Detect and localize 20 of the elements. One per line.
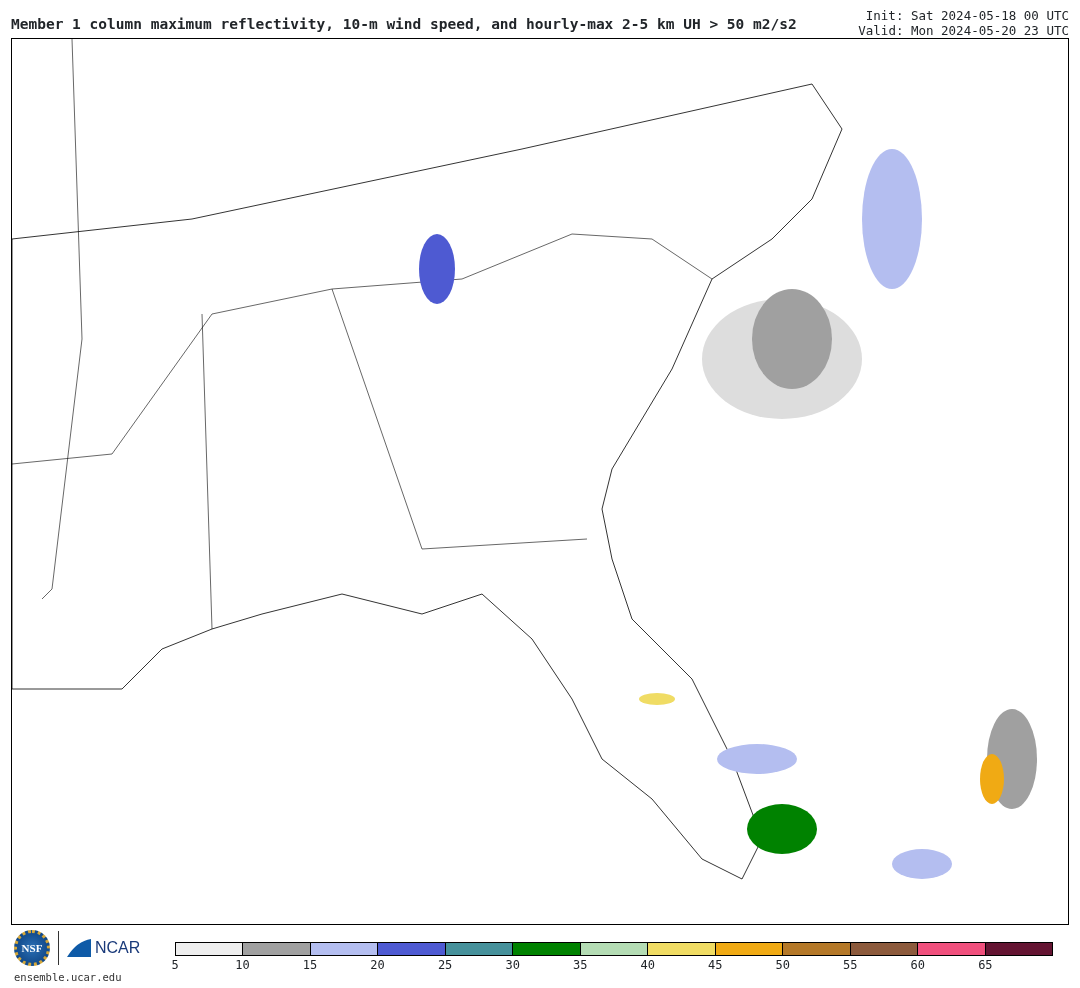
legend-tick-label: 55 bbox=[843, 957, 858, 974]
legend-tick-label: 25 bbox=[437, 957, 453, 974]
website-url: ensemble.ucar.edu bbox=[14, 970, 123, 985]
legend-tick-label: 15 bbox=[302, 957, 318, 974]
legend-tick-label: 10 bbox=[235, 957, 250, 974]
legend-tick-label: 40 bbox=[640, 957, 655, 974]
legend-tick-label: 65 bbox=[978, 957, 993, 974]
legend-tick-label: 50 bbox=[775, 957, 790, 974]
chart-title: Member 1 column maximum reflectivity, 10-m wind speed, and hourly-max 2-5 km UH > 50 m2/s2 bbox=[11, 15, 797, 34]
valid-time: Valid: Mon 2024-05-20 23 UTC bbox=[858, 23, 1069, 38]
legend-tick-label: 5 bbox=[171, 957, 179, 974]
ncar-logo-text: NCAR bbox=[95, 938, 141, 958]
init-time: Init: Sat 2024-05-18 00 UTC bbox=[864, 8, 1069, 23]
nsf-logo: NSF bbox=[14, 930, 50, 966]
ncar-logo-icon bbox=[67, 939, 91, 957]
legend-tick-label: 35 bbox=[572, 957, 588, 974]
legend-tick-label: 20 bbox=[370, 957, 385, 974]
legend-tick-label: 30 bbox=[505, 957, 520, 974]
legend-tick-label: 45 bbox=[708, 957, 723, 974]
legend-tick-label: 60 bbox=[910, 957, 926, 974]
